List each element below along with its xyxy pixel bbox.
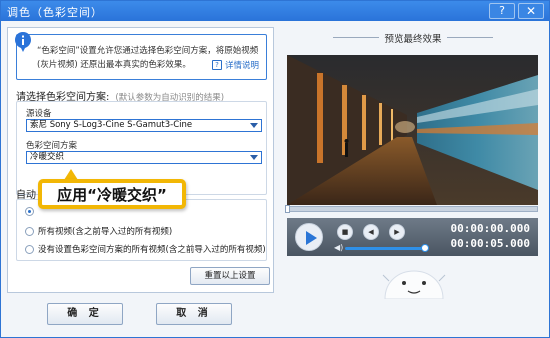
window-title: 调色（色彩空间） xyxy=(7,6,103,19)
prev-frame-icon: ◀ xyxy=(368,228,374,236)
radio-label: 所有视频(含之前导入过的所有视频) xyxy=(38,227,173,237)
preview-panel: 预览最终效果 ■ ◀ ▶ ◀) 00:00:00.000 00:00:05.00… xyxy=(281,27,545,299)
radio-button[interactable] xyxy=(25,244,34,254)
prev-frame-button[interactable]: ◀ xyxy=(363,224,379,240)
time-current: 00:00:00.000 xyxy=(450,222,530,235)
color-dialog: 调色（色彩空间） ? ✕ “色彩空间”设置允许您通过选择色彩空间方案，将原始视频… xyxy=(0,0,550,338)
preview-title: 预览最终效果 xyxy=(281,31,545,45)
info-line: “色彩空间”设置允许您通过选择色彩空间方案，将原始视频 xyxy=(37,46,259,56)
close-icon: ✕ xyxy=(525,4,537,18)
chevron-down-icon xyxy=(250,123,258,128)
reset-settings-button[interactable]: 重置以上设置 xyxy=(190,267,270,285)
volume-slider[interactable] xyxy=(345,247,425,250)
scheme-select[interactable]: 冷暖交织 xyxy=(26,151,262,164)
stop-button[interactable]: ■ xyxy=(337,224,353,240)
scheme-value: 冷暖交织 xyxy=(30,152,65,162)
title-rule xyxy=(333,37,379,38)
details-link[interactable]: ? 详情说明 xyxy=(212,59,259,71)
info-box: “色彩空间”设置允许您通过选择色彩空间方案，将原始视频 (灰片视频) 还原出最本… xyxy=(15,32,267,80)
title-rule xyxy=(447,37,493,38)
help-question-icon: ? xyxy=(212,60,222,70)
close-button[interactable]: ✕ xyxy=(518,3,544,19)
play-button[interactable] xyxy=(295,223,323,251)
callout-label: 应用“冷暖交织” xyxy=(38,179,186,209)
radio-button[interactable] xyxy=(25,226,34,236)
time-total: 00:00:05.000 xyxy=(450,237,530,250)
source-device-value: 索尼 Sony S-Log3-Cine S-Gamut3-Cine xyxy=(30,120,193,130)
radio-option-unset[interactable]: 没有设置色彩空间方案的所有视频(含之前导入过的所有视频) xyxy=(25,243,266,255)
help-question-icon: ? xyxy=(499,4,505,17)
video-frame xyxy=(287,55,538,205)
volume-icon[interactable]: ◀) xyxy=(334,243,343,252)
settings-panel: “色彩空间”设置允许您通过选择色彩空间方案，将原始视频 (灰片视频) 还原出最本… xyxy=(7,27,274,293)
mascot-illustration xyxy=(382,270,446,299)
scheme-label: 色彩空间方案 xyxy=(26,141,78,151)
next-frame-icon: ▶ xyxy=(394,228,400,236)
player-controls: ■ ◀ ▶ ◀) 00:00:00.000 00:00:05.000 xyxy=(287,218,538,256)
chevron-down-icon xyxy=(250,155,258,160)
info-icon xyxy=(15,32,31,52)
source-device-label: 源设备 xyxy=(26,109,52,119)
volume-knob[interactable] xyxy=(421,244,429,252)
progress-handle[interactable] xyxy=(285,205,290,213)
stop-icon: ■ xyxy=(341,228,349,236)
radio-option-all[interactable]: 所有视频(含之前导入过的所有视频) xyxy=(25,225,172,237)
radio-label: 没有设置色彩空间方案的所有视频(含之前导入过的所有视频) xyxy=(38,245,266,255)
title-bar: 调色（色彩空间） ? ✕ xyxy=(1,1,549,21)
video-preview xyxy=(287,55,538,205)
preview-title-text: 预览最终效果 xyxy=(384,34,442,45)
source-device-select[interactable]: 索尼 Sony S-Log3-Cine S-Gamut3-Cine xyxy=(26,119,262,132)
details-link-label: 详情说明 xyxy=(225,61,260,71)
radio-option-current[interactable] xyxy=(25,207,38,216)
help-button[interactable]: ? xyxy=(489,3,515,19)
ok-button[interactable]: 确 定 xyxy=(47,303,123,325)
cancel-button[interactable]: 取 消 xyxy=(156,303,232,325)
radio-button[interactable] xyxy=(25,207,34,216)
next-frame-button[interactable]: ▶ xyxy=(389,224,405,240)
progress-bar[interactable] xyxy=(287,206,538,212)
